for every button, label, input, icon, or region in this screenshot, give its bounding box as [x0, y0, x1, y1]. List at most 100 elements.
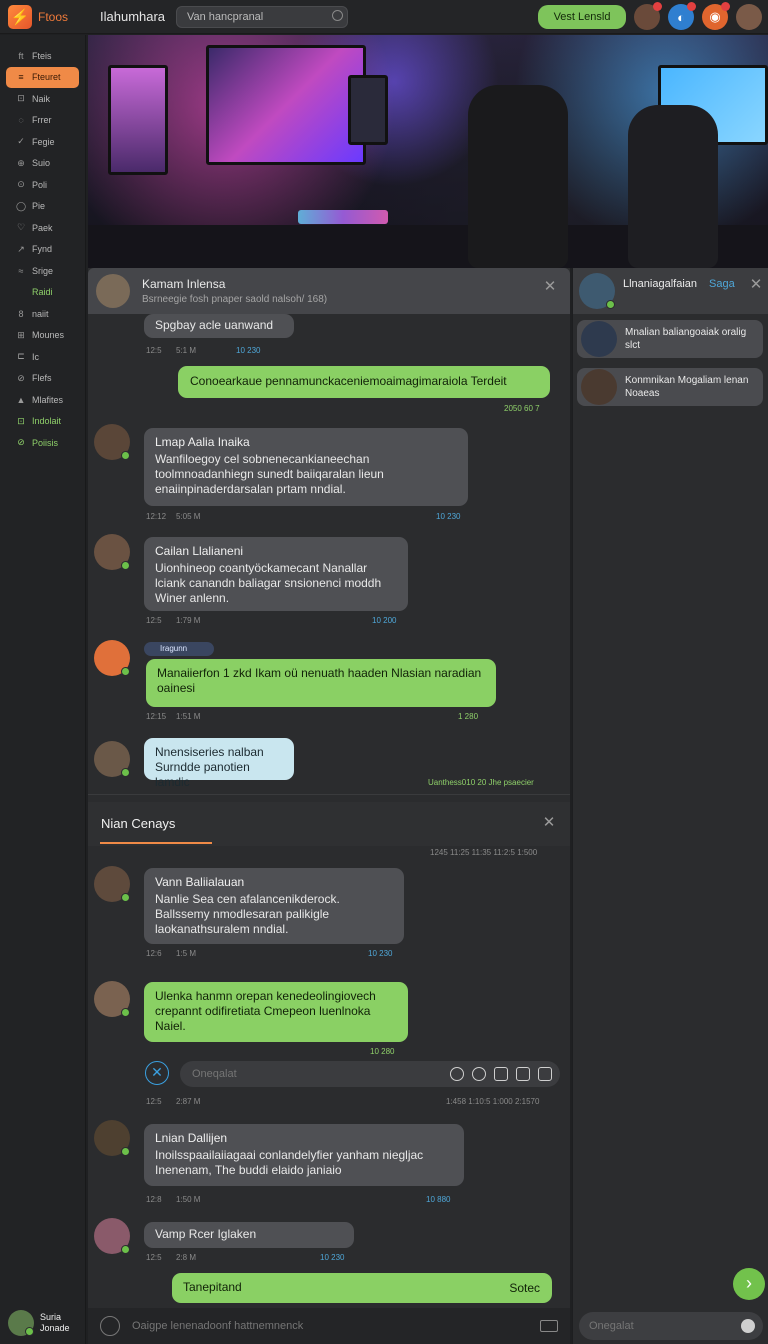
message-stamp: 10 280: [370, 1047, 395, 1056]
chat-title: Kamam Inlensa: [142, 277, 226, 291]
close-icon[interactable]: ✕: [543, 279, 557, 294]
message-time: 12:5: [146, 1097, 162, 1106]
avatar: [94, 1218, 130, 1254]
send-button[interactable]: ›: [733, 1268, 765, 1300]
sidebar-item-4[interactable]: ✓ Fegie: [6, 131, 79, 153]
avatar: [94, 981, 130, 1017]
message-stamp: 10 880: [426, 1195, 451, 1204]
avatar: [8, 1310, 34, 1336]
nav-icon: ≈: [18, 265, 24, 276]
close-icon[interactable]: ✕: [749, 277, 763, 292]
sidebar-item-14[interactable]: ⊏ Ic: [6, 346, 79, 368]
message-text: Inoilsspaailaiiagaai conlandelyfier yanh…: [155, 1148, 424, 1177]
reply-input[interactable]: [180, 1061, 440, 1087]
message-bubble: Vann Baliialauan Nanlie Sea cen afalance…: [144, 868, 404, 944]
nav-icon: ⊡: [17, 93, 25, 104]
active-tab-indicator: [100, 842, 212, 844]
sidebar-item-18[interactable]: ⊘ Poiisis: [6, 432, 79, 454]
close-icon[interactable]: ✕: [542, 815, 556, 830]
sidebar-item-15[interactable]: ⊘ Flefs: [6, 368, 79, 390]
sidebar-item-3[interactable]: ◌ Frrer: [6, 110, 79, 132]
divider: [88, 794, 570, 795]
avatar: [94, 640, 130, 676]
sidebar-item-13[interactable]: ⊞ Mounes: [6, 325, 79, 347]
attach-icon[interactable]: [538, 1067, 552, 1081]
avatar-notification-icon[interactable]: [634, 2, 662, 30]
right-panel: Llnaniagalfaian Saga ✕ Mnalian baliangoa…: [572, 268, 768, 1344]
nav-icon: ⊏: [17, 351, 25, 362]
search-input[interactable]: [176, 5, 348, 28]
list-item[interactable]: Mnalian baliangoaiak oralig slct: [577, 320, 763, 358]
sidebar-item-label: Raidi: [32, 287, 53, 298]
message-tail: Sotec: [509, 1281, 540, 1295]
sidebar-item-17[interactable]: ⊡ Indolait: [6, 411, 79, 433]
avatar: [581, 369, 617, 405]
current-user[interactable]: Suria Jonade: [8, 1310, 84, 1336]
message-bubble: Lnian Dallijen Inoilsspaailaiiagaai conl…: [144, 1124, 464, 1186]
sidebar-item-5[interactable]: ⊕ Suio: [6, 153, 79, 175]
sidebar-item-12[interactable]: 8 naiit: [6, 303, 79, 325]
avatar: [94, 424, 130, 460]
sidebar-item-16[interactable]: ▲ Mlafites: [6, 389, 79, 411]
tag-badge: Iragunn: [144, 642, 214, 656]
nav-icon: ↗: [17, 243, 25, 254]
message-bubble: Nnensiseries nalban Surndde panotien lam…: [144, 738, 294, 789]
logo[interactable]: ⚡ Ftoos: [0, 0, 86, 34]
lock-icon[interactable]: [494, 1067, 508, 1081]
record-icon[interactable]: [472, 1067, 486, 1081]
sidebar-item-9[interactable]: ↗ Fynd: [6, 239, 79, 261]
sidebar-item-0[interactable]: ft Fteis: [6, 45, 79, 67]
sidebar-item-label: naiit: [32, 308, 49, 319]
avatar: [94, 1120, 130, 1156]
message-bubble: Manaiierfon 1 zkd Ikam oü nenuath haaden…: [146, 659, 496, 707]
emoji-icon[interactable]: [450, 1067, 464, 1081]
attachment-icon[interactable]: [100, 1316, 120, 1336]
avatar: [581, 321, 617, 357]
chat-subtitle: Bsrneegie fosh pnaper saold nalsoh/ 168): [142, 294, 328, 305]
right-input[interactable]: [579, 1312, 719, 1340]
primary-action-button[interactable]: Vest Lensld: [538, 5, 626, 29]
sender-name: Cailan Llalianeni: [155, 544, 244, 558]
reply-input-box: [180, 1061, 560, 1087]
message-bubble: Tanepitand Sotec: [172, 1273, 552, 1303]
sidebar-item-6[interactable]: ⊙ Poli: [6, 174, 79, 196]
blue-app-icon[interactable]: ◐: [668, 2, 696, 30]
sidebar-item-1[interactable]: ≡ Fteuret: [6, 66, 79, 88]
avatar: [94, 534, 130, 570]
right-panel-header: Llnaniagalfaian Saga ✕: [573, 268, 768, 314]
message-stamp: 10 230: [436, 512, 461, 521]
search-icon[interactable]: [332, 10, 343, 21]
image-icon[interactable]: [516, 1067, 530, 1081]
sidebar-item-8[interactable]: ♡ Paek: [6, 217, 79, 239]
poster-graphic: [348, 75, 388, 145]
cancel-reply-button[interactable]: ✕: [145, 1061, 169, 1085]
keyboard-icon[interactable]: [540, 1320, 558, 1332]
sidebar-item-10[interactable]: ≈ Srige: [6, 260, 79, 282]
message-bubble: Lmap Aalia Inaika Wanfiloegoy cel sobnen…: [144, 428, 468, 506]
emoji-icon[interactable]: [741, 1319, 755, 1333]
logo-text: Ftoos: [38, 9, 69, 24]
nav-icon: ≡: [18, 72, 24, 83]
page-title: Ilahumhara: [100, 9, 166, 24]
sidebar-item-label: Indolait: [32, 416, 62, 427]
list-item[interactable]: Konmnikan Mogaliam lenan Noaeas: [577, 368, 763, 406]
reply-tools: [450, 1067, 552, 1081]
nav-icon: ♡: [16, 222, 26, 233]
user-avatar[interactable]: [736, 4, 762, 30]
sidebar-item-label: Flefs: [32, 373, 52, 384]
nav-icon: ⊘: [17, 437, 25, 448]
top-bar: ⚡ Ftoos Ilahumhara Vest Lensld ◐ ◉: [0, 0, 768, 34]
sidebar-item-label: Poli: [32, 179, 48, 190]
list-item-text: Konmnikan Mogaliam lenan Noaeas: [625, 375, 749, 399]
nav-icon: ⊞: [17, 329, 25, 340]
sidebar-item-7[interactable]: ◯ Pie: [6, 196, 79, 218]
message-input[interactable]: [132, 1316, 512, 1336]
chat-header: Kamam Inlensa Bsrneegie fosh pnaper saol…: [88, 268, 570, 314]
sender-name: Lmap Aalia Inaika: [155, 435, 250, 449]
sidebar-item-2[interactable]: ⊡ Naik: [6, 88, 79, 110]
message-stamp: 1 280: [458, 712, 479, 721]
sidebar-item-11[interactable]: Raidi: [6, 282, 79, 304]
nav-icon: 8: [18, 308, 24, 319]
orange-app-icon[interactable]: ◉: [702, 2, 730, 30]
panel-link[interactable]: Saga: [709, 278, 735, 290]
